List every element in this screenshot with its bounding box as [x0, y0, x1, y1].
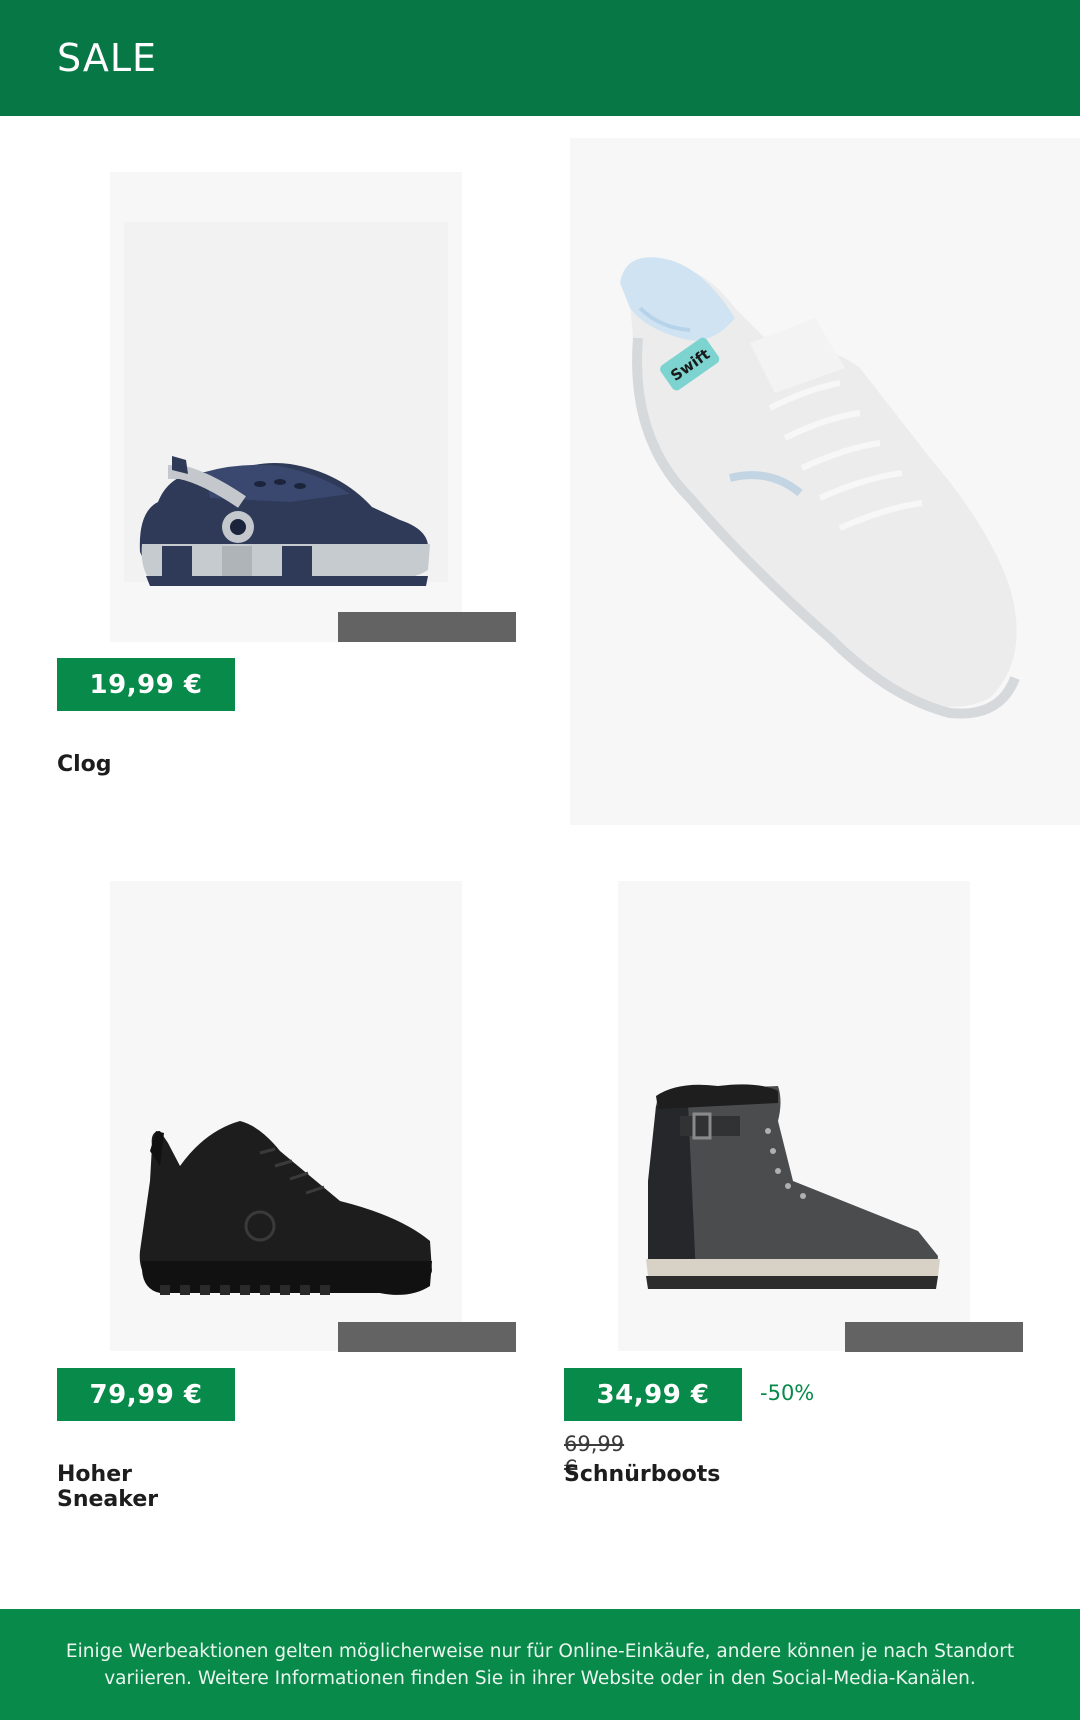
product-tag-hoher-sneaker — [338, 1322, 516, 1352]
product-image-sneaker[interactable]: Swift — [570, 138, 1080, 825]
lace-up-boot-icon — [646, 1084, 940, 1289]
disclaimer-footer: Einige Werbeaktionen gelten möglicherwei… — [0, 1609, 1080, 1720]
product-image-clog[interactable] — [110, 172, 462, 642]
discount-badge: -50% — [760, 1381, 815, 1405]
price-clog: 19,99 € — [57, 658, 235, 711]
white-sneaker-icon: Swift — [620, 257, 1020, 719]
price-hoher-sneaker: 79,99 € — [57, 1368, 235, 1421]
product-tag-schnuerboots — [845, 1322, 1023, 1352]
clog-shoe-icon — [124, 222, 448, 586]
black-high-sneaker-icon — [139, 1121, 432, 1295]
product-image-schnuerboots[interactable] — [618, 881, 970, 1351]
product-name-hoher-sneaker[interactable]: Hoher Sneaker — [57, 1462, 158, 1512]
sale-header: SALE — [0, 0, 1080, 116]
product-tag-clog — [338, 612, 516, 642]
disclaimer-text: Einige Werbeaktionen gelten möglicherwei… — [65, 1640, 1015, 1689]
price-schnuerboots: 34,99 € — [564, 1368, 742, 1421]
product-name-clog[interactable]: Clog — [57, 752, 112, 777]
product-name-schnuerboots[interactable]: Schnürboots — [564, 1462, 720, 1487]
product-image-hoher-sneaker[interactable] — [110, 881, 462, 1351]
page-title: SALE — [57, 36, 158, 80]
